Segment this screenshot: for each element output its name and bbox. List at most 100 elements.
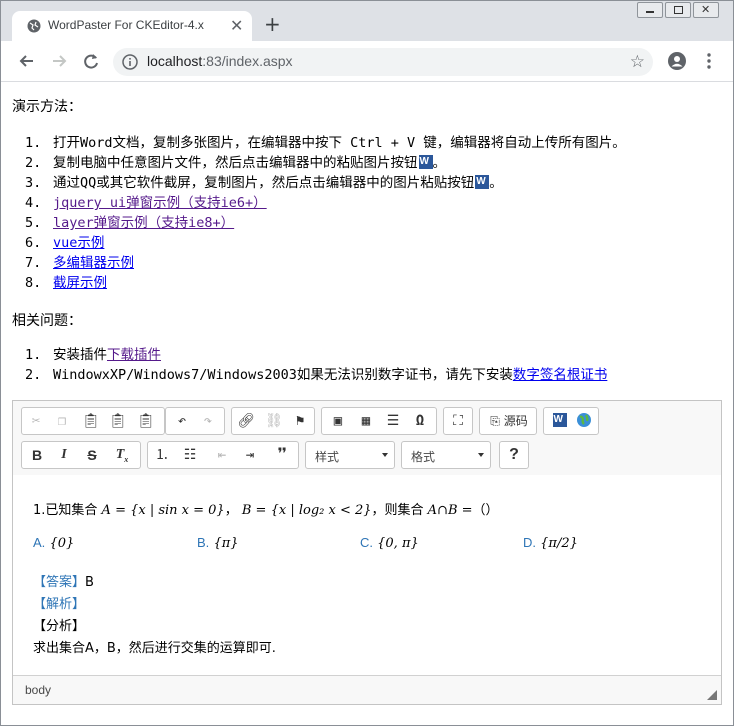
ckeditor: ✂ ❐ 📋︎ 📋︎ 📋︎ ↶ ↷ 🔗︎ ⛓ ⚑ ▣ ▦ ☰ Ω ⛶ ⎘ 源码 W… — [12, 400, 722, 705]
screenshot-demo-link[interactable]: 截屏示例 — [53, 275, 107, 291]
vue-demo-link[interactable]: vue示例 — [53, 235, 104, 251]
reload-icon[interactable] — [81, 51, 101, 71]
account-icon[interactable] — [667, 51, 687, 71]
fenxi-text: 求出集合A，B，然后进行交集的运算即可. — [33, 641, 276, 656]
chevron-down-icon — [478, 453, 484, 457]
related-heading: 相关问题： — [12, 313, 82, 329]
forward-icon[interactable] — [49, 51, 69, 71]
outdent-icon[interactable]: ⇤ — [210, 444, 234, 466]
remove-format-icon[interactable]: Tx — [110, 444, 134, 466]
list-item: 2.复制电脑中任意图片文件，然后点击编辑器中的粘贴图片按钮。 — [25, 153, 626, 173]
unlink-icon[interactable]: ⛓ — [262, 410, 286, 432]
globe-icon — [27, 19, 41, 33]
style-dropdown[interactable]: 样式 — [305, 441, 395, 469]
paste-icon[interactable]: 📋︎ — [79, 410, 103, 432]
maximize-button[interactable] — [665, 2, 691, 18]
close-window-button[interactable]: ✕ — [693, 2, 719, 18]
italic-icon[interactable]: I — [52, 444, 76, 466]
maximize-group: ⛶ — [443, 407, 473, 435]
bullet-list-icon[interactable]: ☷ — [178, 444, 202, 466]
word-paste-icon — [475, 175, 490, 189]
back-icon[interactable] — [17, 51, 37, 71]
question-text: 1.已知集合 A = {x | sin x = 0}， B = {x | log… — [33, 503, 499, 518]
tab-title: WordPaster For CKEditor-4.x — [48, 18, 204, 32]
download-plugin-link[interactable]: 下载插件 — [107, 347, 161, 363]
insert-group: ▣ ▦ ☰ Ω — [321, 407, 437, 435]
format-dropdown[interactable]: 格式 — [401, 441, 491, 469]
undo-icon[interactable]: ↶ — [170, 410, 194, 432]
list-item: 4. jquery ui弹窗示例（支持ie6+） — [25, 195, 267, 211]
close-tab-icon[interactable]: ✕ — [230, 17, 243, 35]
demo-list: 1. 打开Word文档，复制多张图片，在编辑器中按下 Ctrl + V 键，编辑器… — [25, 133, 626, 293]
option-c: C. {0, π} — [360, 535, 419, 551]
chevron-down-icon — [382, 453, 388, 457]
horizontal-rule-icon[interactable]: ☰ — [381, 410, 405, 432]
strike-icon[interactable]: S — [80, 444, 104, 466]
answer-line: 【答案】B — [33, 574, 94, 590]
window-controls: ✕ — [635, 2, 725, 19]
address-bar[interactable]: localhost:83/index.aspx ☆ — [113, 48, 653, 76]
clipboard-group: ✂ ❐ 📋︎ 📋︎ 📋︎ — [21, 407, 165, 435]
option-d: D. {π/2} — [523, 535, 578, 551]
redo-icon[interactable]: ↷ — [196, 410, 220, 432]
source-group: ⎘ 源码 — [479, 407, 537, 435]
list-group: ⒈ ☷ ⇤ ⇥ ❞ — [147, 441, 299, 469]
paste-word-icon[interactable]: 📋︎ — [134, 410, 158, 432]
undo-group: ↶ ↷ — [165, 407, 225, 435]
link-group: 🔗︎ ⛓ ⚑ — [231, 407, 315, 435]
demo-heading: 演示方法： — [12, 99, 82, 115]
special-char-icon[interactable]: Ω — [408, 410, 432, 432]
list-item: 2. WindowxXP/Windows7/Windows2003如果无法识别数字… — [25, 367, 608, 383]
info-icon[interactable] — [122, 54, 138, 70]
table-icon[interactable]: ▦ — [354, 410, 378, 432]
analysis-label: 【解析】 — [33, 597, 86, 612]
blockquote-icon[interactable]: ❞ — [270, 444, 294, 466]
list-item: 6. vue示例 — [25, 235, 105, 251]
list-item: 3.通过QQ或其它软件截屏，复制图片，然后点击编辑器中的图片粘贴按钮。 — [25, 173, 626, 193]
bold-icon[interactable]: B — [25, 444, 49, 466]
list-item: 1. 打开Word文档，复制多张图片，在编辑器中按下 Ctrl + V 键，编辑器… — [25, 135, 626, 151]
anchor-flag-icon[interactable]: ⚑ — [288, 410, 312, 432]
related-list: 1. 安装插件下载插件 2. WindowxXP/Windows7/Windows2… — [25, 345, 607, 385]
layer-demo-link[interactable]: layer弹窗示例（支持ie8+） — [53, 215, 234, 231]
page-content: 演示方法： 1. 打开Word文档，复制多张图片，在编辑器中按下 Ctrl + V… — [1, 82, 733, 725]
element-path[interactable]: body — [25, 683, 51, 697]
maximize-icon[interactable]: ⛶ — [446, 410, 470, 432]
link-icon[interactable]: 🔗︎ — [234, 410, 258, 432]
list-item: 7. 多编辑器示例 — [25, 255, 134, 271]
root-cert-link[interactable]: 数字签名根证书 — [513, 367, 608, 383]
cut-icon[interactable]: ✂ — [24, 410, 48, 432]
word-icon — [552, 413, 567, 427]
screenshot-globe-icon[interactable] — [572, 410, 596, 432]
multi-editor-demo-link[interactable]: 多编辑器示例 — [53, 255, 134, 271]
browser-tab[interactable]: WordPaster For CKEditor-4.x ✕ — [12, 11, 252, 41]
list-item: 1. 安装插件下载插件 — [25, 347, 161, 363]
indent-icon[interactable]: ⇥ — [238, 444, 262, 466]
word-paste-icon — [418, 155, 433, 169]
source-button[interactable]: ⎘ 源码 — [483, 410, 535, 432]
option-b: B. {π} — [197, 535, 239, 551]
new-tab-button[interactable]: + — [264, 14, 281, 34]
jquery-ui-demo-link[interactable]: jquery ui弹窗示例（支持ie6+） — [53, 195, 267, 211]
editor-toolbar: ✂ ❐ 📋︎ 📋︎ 📋︎ ↶ ↷ 🔗︎ ⛓ ⚑ ▣ ▦ ☰ Ω ⛶ ⎘ 源码 W… — [13, 401, 721, 476]
wordpaster-button[interactable] — [547, 410, 571, 432]
basic-style-group: B I S Tx — [21, 441, 141, 469]
menu-kebab-icon[interactable] — [701, 51, 717, 71]
browser-toolbar: localhost:83/index.aspx ☆ — [1, 41, 733, 82]
bookmark-star-icon[interactable]: ☆ — [630, 52, 645, 72]
copy-icon[interactable]: ❐ — [50, 410, 74, 432]
plugin-group — [543, 407, 599, 435]
fenxi-label: 【分析】 — [33, 619, 86, 634]
editor-content[interactable]: 1.已知集合 A = {x | sin x = 0}， B = {x | log… — [13, 475, 721, 677]
minimize-button[interactable] — [637, 2, 663, 18]
help-icon[interactable]: ? — [502, 444, 526, 466]
url-text: localhost:83/index.aspx — [147, 53, 293, 69]
image-icon[interactable]: ▣ — [326, 410, 350, 432]
browser-window: WordPaster For CKEditor-4.x ✕ + ✕ localh… — [0, 0, 734, 726]
numbered-list-icon[interactable]: ⒈ — [150, 444, 174, 466]
option-a: A. {0} — [33, 535, 75, 551]
list-item: 5. layer弹窗示例（支持ie8+） — [25, 215, 235, 231]
resize-handle-icon[interactable] — [707, 690, 717, 700]
paste-text-icon[interactable]: 📋︎ — [106, 410, 130, 432]
list-item: 8. 截屏示例 — [25, 275, 107, 291]
